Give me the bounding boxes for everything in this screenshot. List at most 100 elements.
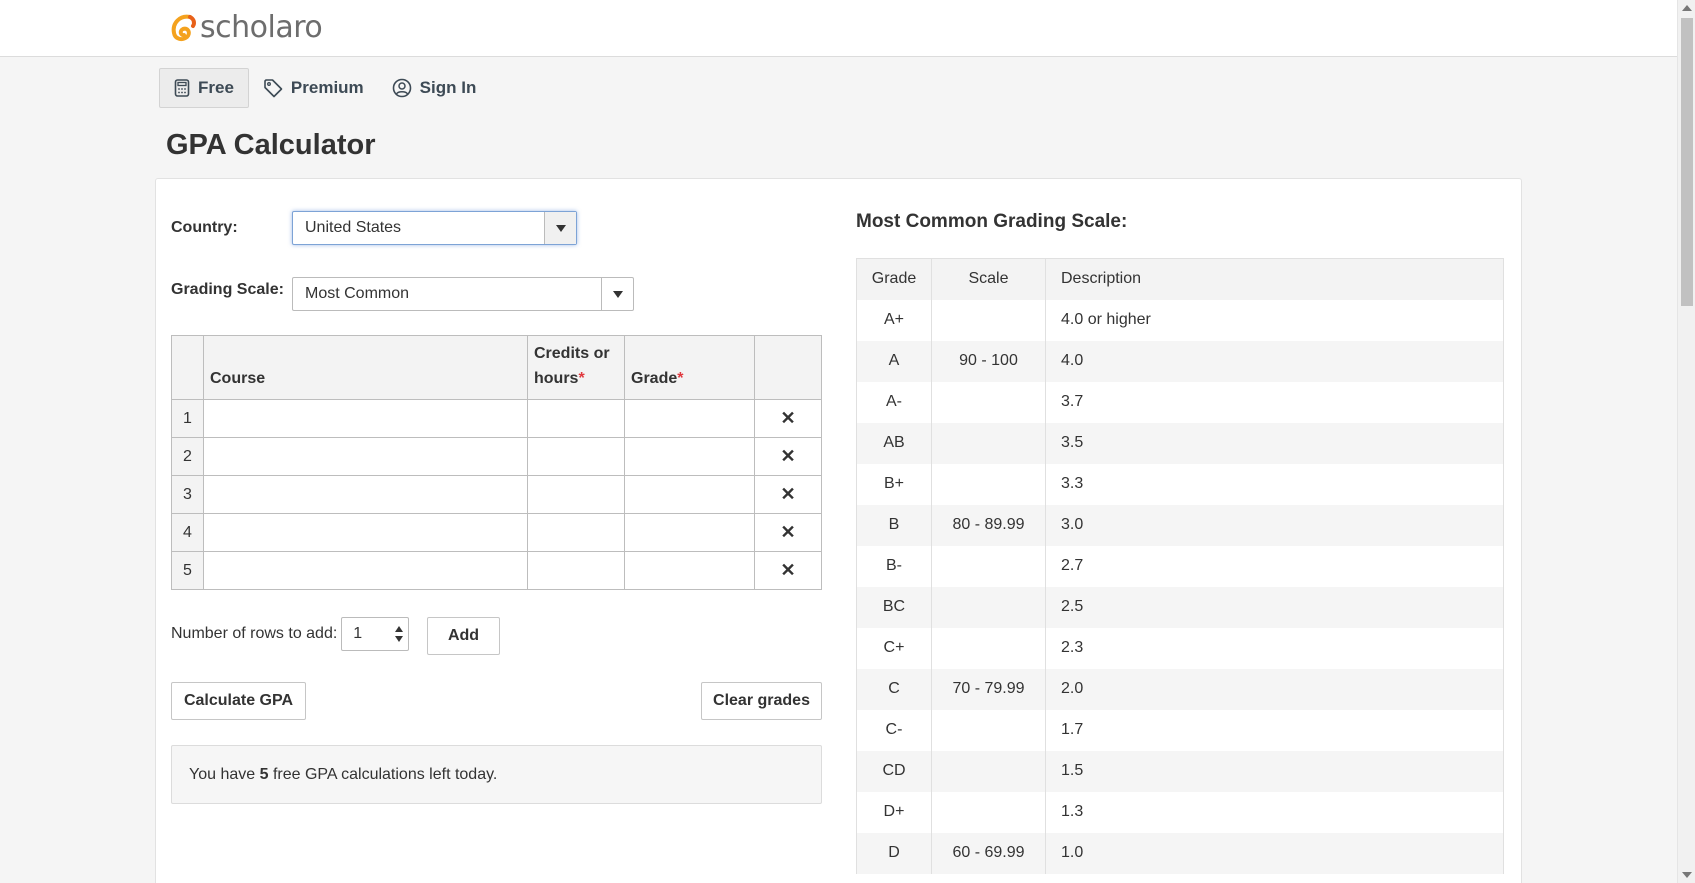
table-row: CD 1.5: [856, 750, 1504, 792]
calculations-count: 5: [259, 765, 269, 783]
course-input[interactable]: [203, 551, 528, 590]
delete-row-icon[interactable]: ✕: [754, 513, 822, 552]
description-cell: 2.7: [1045, 545, 1504, 587]
description-cell: 4.0 or higher: [1045, 299, 1504, 341]
delete-row-icon[interactable]: ✕: [754, 399, 822, 438]
credits-input[interactable]: [527, 551, 625, 590]
grade-input[interactable]: [624, 475, 755, 514]
grading-scale-select[interactable]: Most Common: [292, 277, 634, 311]
credits-input[interactable]: [527, 399, 625, 438]
calculator-icon: [174, 79, 190, 97]
brand-name: scholaro: [200, 10, 323, 45]
calculate-gpa-button[interactable]: Calculate GPA: [171, 682, 306, 720]
course-header: Course: [203, 335, 528, 400]
course-input[interactable]: [203, 437, 528, 476]
calculations-left-notice: You have 5 free GPA calculations left to…: [171, 745, 822, 804]
table-row: D+ 1.3: [856, 791, 1504, 833]
row-number-header: [171, 335, 204, 400]
row-number: 1: [171, 399, 204, 438]
description-cell: 3.5: [1045, 422, 1504, 464]
credits-input[interactable]: [527, 475, 625, 514]
page-scrollbar[interactable]: [1677, 0, 1695, 883]
credits-input[interactable]: [527, 513, 625, 552]
add-rows-button[interactable]: Add: [427, 617, 500, 655]
country-value: United States: [305, 219, 402, 236]
table-row: BC 2.5: [856, 586, 1504, 628]
rows-quantity-stepper[interactable]: 1: [341, 617, 410, 651]
delete-row-icon[interactable]: ✕: [754, 437, 822, 476]
table-row: 5 ✕: [171, 551, 822, 590]
scale-column-header: Scale: [931, 258, 1046, 300]
scale-cell: [931, 791, 1046, 833]
description-cell: 1.0: [1045, 832, 1504, 874]
chevron-down-icon[interactable]: [544, 212, 576, 244]
nav-free[interactable]: Free: [159, 68, 249, 108]
swirl-logo-icon: [171, 14, 196, 41]
table-row: B 80 - 89.99 3.0: [856, 504, 1504, 546]
main-nav: Free Premium Sign In: [159, 68, 490, 108]
scale-cell: [931, 381, 1046, 423]
grade-cell: C: [856, 668, 932, 710]
grading-scale-label: Grading Scale:: [171, 281, 284, 298]
course-input[interactable]: [203, 513, 528, 552]
top-bar: scholaro: [0, 0, 1677, 57]
rows-to-add-label: Number of rows to add:: [171, 625, 338, 642]
notice-suffix: free GPA calculations left today.: [268, 765, 498, 783]
delete-row-icon[interactable]: ✕: [754, 475, 822, 514]
table-row: A 90 - 100 4.0: [856, 340, 1504, 382]
scale-cell: [931, 422, 1046, 464]
grade-cell: AB: [856, 422, 932, 464]
grade-cell: C+: [856, 627, 932, 669]
scroll-down-icon[interactable]: [1682, 872, 1692, 878]
grading-scale-title: Most Common Grading Scale:: [856, 211, 1128, 232]
grade-cell: A: [856, 340, 932, 382]
row-number: 2: [171, 437, 204, 476]
scale-cell: [931, 709, 1046, 751]
logo[interactable]: scholaro: [168, 10, 323, 45]
delete-row-icon[interactable]: ✕: [754, 551, 822, 590]
description-cell: 2.5: [1045, 586, 1504, 628]
credits-input[interactable]: [527, 437, 625, 476]
nav-premium[interactable]: Premium: [249, 68, 378, 108]
grade-cell: D: [856, 832, 932, 874]
grade-input[interactable]: [624, 399, 755, 438]
table-row: A+ 4.0 or higher: [856, 299, 1504, 341]
delete-header: [754, 335, 822, 400]
description-cell: 1.3: [1045, 791, 1504, 833]
increment-icon[interactable]: [395, 626, 404, 632]
chevron-down-icon[interactable]: [601, 278, 633, 310]
grade-input[interactable]: [624, 513, 755, 552]
scale-cell: 80 - 89.99: [931, 504, 1046, 546]
table-row: 2 ✕: [171, 437, 822, 476]
grading-scale-value: Most Common: [305, 285, 410, 302]
grade-input[interactable]: [624, 437, 755, 476]
clear-grades-button[interactable]: Clear grades: [701, 682, 822, 720]
decrement-icon[interactable]: [395, 636, 404, 642]
scale-cell: [931, 299, 1046, 341]
description-column-header: Description: [1045, 258, 1504, 300]
table-row: AB 3.5: [856, 422, 1504, 464]
nav-sign-in[interactable]: Sign In: [378, 68, 491, 108]
tag-icon: [264, 79, 283, 98]
description-cell: 3.0: [1045, 504, 1504, 546]
description-cell: 3.7: [1045, 381, 1504, 423]
grade-cell: B+: [856, 463, 932, 505]
scale-cell: [931, 586, 1046, 628]
scale-cell: [931, 545, 1046, 587]
country-select[interactable]: United States: [292, 211, 577, 245]
scale-cell: 90 - 100: [931, 340, 1046, 382]
scroll-up-icon[interactable]: [1682, 5, 1692, 11]
table-row: C- 1.7: [856, 709, 1504, 751]
course-input[interactable]: [203, 399, 528, 438]
grade-header: Grade*: [624, 335, 755, 400]
stepper-arrows[interactable]: [390, 626, 408, 642]
scale-cell: 70 - 79.99: [931, 668, 1046, 710]
scale-cell: [931, 463, 1046, 505]
table-row: 1 ✕: [171, 399, 822, 438]
grade-cell: B: [856, 504, 932, 546]
grade-column-header: Grade: [856, 258, 932, 300]
rows-quantity-value: 1: [353, 625, 363, 642]
course-input[interactable]: [203, 475, 528, 514]
scroll-thumb[interactable]: [1681, 18, 1693, 306]
grade-input[interactable]: [624, 551, 755, 590]
